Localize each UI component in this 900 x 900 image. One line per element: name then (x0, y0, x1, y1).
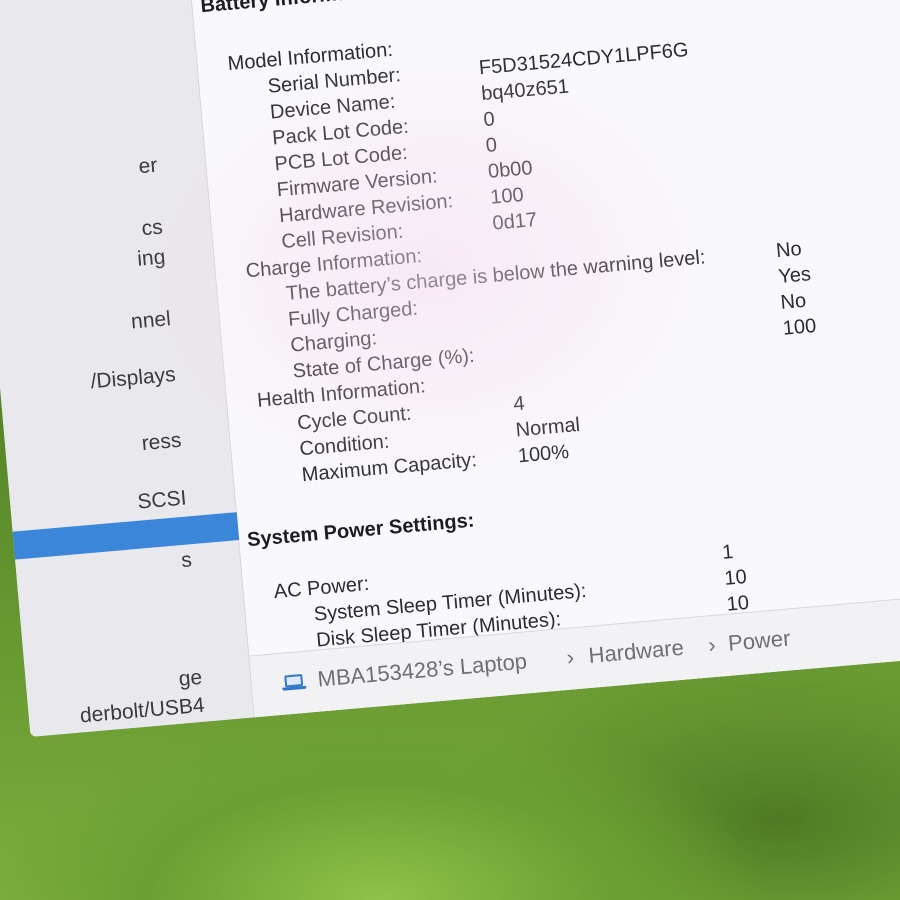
system-power-settings-title: System Power Settings: (246, 509, 476, 552)
sidebar-item[interactable]: er (0, 151, 166, 195)
sidebar-item[interactable]: /Displays (0, 360, 185, 404)
laptop-icon (281, 674, 307, 692)
info-value: Normal (514, 413, 581, 442)
info-value: Yes (777, 263, 812, 288)
system-information-window: er cs ing nnel /Displays ress SCSI s ge … (0, 0, 900, 737)
info-value: 100% (517, 440, 570, 468)
sidebar-item[interactable]: nnel (0, 304, 180, 348)
info-value: 0b00 (487, 157, 534, 183)
battery-information-title: Battery Information: (200, 0, 392, 18)
info-value: 100 (781, 314, 818, 340)
info-value: No (779, 289, 808, 314)
info-value: 0 (484, 134, 498, 157)
info-value: 0 (482, 108, 496, 132)
breadcrumb-separator: › (707, 631, 717, 658)
info-value: 1 (721, 541, 735, 564)
sidebar-item[interactable]: ress (5, 426, 191, 470)
breadcrumb-hardware[interactable]: Hardware (588, 635, 685, 669)
info-value: 100 (489, 183, 525, 209)
info-value: 4 (512, 392, 526, 416)
breadcrumb-power[interactable]: Power (727, 625, 791, 656)
info-value: 10 (723, 565, 748, 590)
breadcrumb-device[interactable]: MBA153428’s Laptop (317, 648, 528, 692)
breadcrumb-separator: › (565, 644, 576, 670)
info-value: No (775, 237, 803, 263)
info-value: 0d17 (491, 208, 538, 235)
